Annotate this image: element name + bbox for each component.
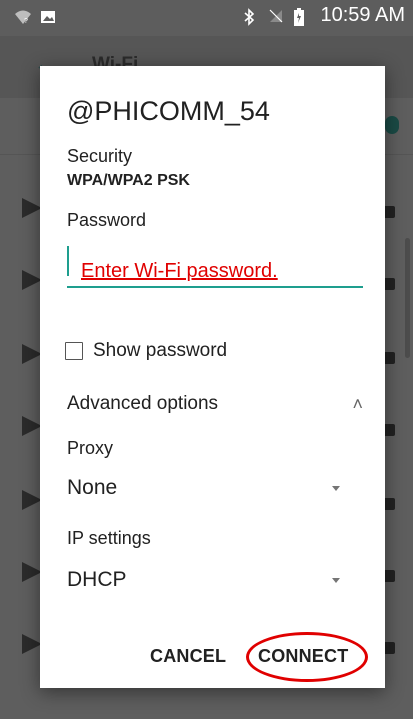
dropdown-arrow-icon[interactable] — [332, 486, 340, 491]
status-time: 10:59 AM — [320, 4, 405, 26]
dialog-title: @PHICOMM_54 — [67, 96, 270, 126]
proxy-label: Proxy — [67, 438, 114, 458]
wifi-toggle[interactable] — [385, 116, 399, 134]
wifi-signal-icon — [22, 198, 42, 218]
show-password-checkbox[interactable]: Show password — [65, 338, 227, 364]
status-bar: ? 10:59 AM — [0, 0, 413, 36]
wifi-question-icon: ? — [14, 9, 31, 25]
ip-settings-value: DHCP — [67, 568, 127, 591]
proxy-value: None — [67, 476, 118, 499]
wifi-connect-dialog: @PHICOMM_54 Security WPA/WPA2 PSK Passwo… — [40, 66, 385, 688]
wifi-signal-icon — [22, 270, 42, 290]
bluetooth-icon — [242, 7, 258, 26]
cancel-button[interactable]: CANCEL — [150, 646, 226, 667]
wifi-signal-icon — [22, 562, 42, 582]
wifi-signal-icon — [22, 416, 42, 436]
password-input[interactable]: Enter Wi-Fi password. — [67, 242, 363, 288]
wifi-signal-icon — [22, 634, 42, 654]
password-placeholder: Enter Wi-Fi password. — [81, 260, 278, 282]
battery-icon — [294, 7, 310, 26]
security-value: WPA/WPA2 PSK — [67, 172, 190, 189]
no-sim-icon — [268, 8, 284, 24]
scrollbar[interactable] — [405, 238, 410, 358]
image-icon — [40, 9, 56, 25]
password-label: Password — [67, 210, 147, 230]
svg-text:?: ? — [24, 18, 28, 25]
connect-highlight-annotation — [246, 632, 368, 682]
security-label: Security — [67, 146, 133, 166]
advanced-options-toggle[interactable]: Advanced options ˄ — [67, 390, 363, 416]
wifi-signal-icon — [22, 344, 42, 364]
dropdown-arrow-icon[interactable] — [332, 578, 340, 583]
ip-settings-label: IP settings — [67, 528, 151, 548]
checkbox-icon[interactable] — [65, 342, 83, 360]
advanced-options-label: Advanced options — [67, 393, 219, 414]
text-cursor — [67, 246, 69, 276]
wifi-signal-icon — [22, 490, 42, 510]
chevron-up-icon[interactable]: ˄ — [352, 394, 363, 415]
proxy-select[interactable]: None — [67, 474, 340, 504]
show-password-label: Show password — [93, 340, 228, 361]
ip-settings-select[interactable]: DHCP — [67, 566, 340, 596]
